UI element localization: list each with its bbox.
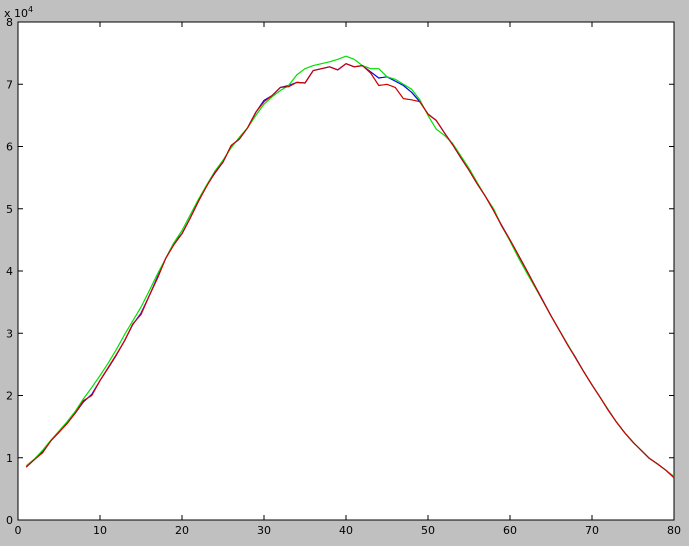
y-exponent-label: x 104 <box>4 5 33 20</box>
x-tick-label: 40 <box>339 524 353 537</box>
y-tick-label: 1 <box>6 452 13 465</box>
y-tick-label: 6 <box>6 141 13 154</box>
y-exponent-power: 4 <box>28 5 33 14</box>
y-tick-label: 2 <box>6 390 13 403</box>
x-tick-label: 80 <box>667 524 681 537</box>
figure-window: 0 10 20 30 40 50 60 70 80 0 1 2 3 4 5 6 7 8 x 104 <box>0 0 689 542</box>
y-tick-label: 5 <box>6 203 13 216</box>
x-tick-label: 10 <box>93 524 107 537</box>
x-tick-label: 50 <box>421 524 435 537</box>
x-tick-label: 60 <box>503 524 517 537</box>
x-tick-label: 70 <box>585 524 599 537</box>
x-tick-label: 30 <box>257 524 271 537</box>
y-tick-label: 7 <box>6 78 13 91</box>
y-tick-label: 3 <box>6 327 13 340</box>
x-tick-label: 0 <box>15 524 22 537</box>
y-tick-label: 4 <box>6 265 13 278</box>
y-tick-label: 0 <box>6 514 13 527</box>
line-chart: 0 10 20 30 40 50 60 70 80012345678 x 104 <box>4 5 681 537</box>
x-tick-label: 20 <box>175 524 189 537</box>
plot-area <box>17 21 675 521</box>
